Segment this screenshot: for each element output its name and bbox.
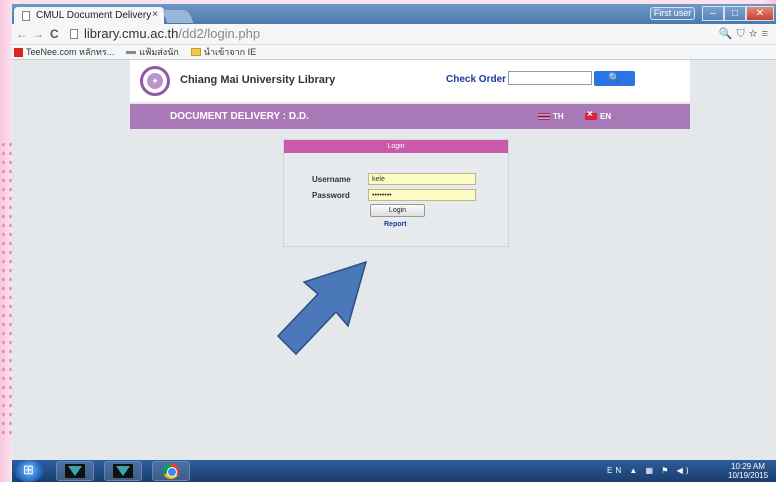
- login-panel: Login Username kele Password •••••••• Lo…: [283, 139, 509, 247]
- bookmark-item[interactable]: แฟ้มส่งนัก: [126, 45, 179, 59]
- window-controls: – □ ✕: [702, 6, 774, 21]
- tab-close-icon[interactable]: ×: [152, 9, 158, 20]
- clock-time: 10:29 AM: [731, 462, 765, 471]
- forward-icon[interactable]: →: [32, 27, 44, 41]
- banner-bar: DOCUMENT DELIVERY : D.D. TH EN: [130, 104, 690, 129]
- address-toolbar: ← → C library.cmu.ac.th/dd2/login.php 🔍⛉…: [12, 24, 776, 45]
- taskbar-chrome[interactable]: [152, 461, 190, 481]
- taskbar: EN ▲ ▦ ⚑ ◀) 10:29 AM 10/19/2015: [12, 460, 776, 482]
- language-th[interactable]: TH: [538, 112, 564, 121]
- site-favicon-icon: [14, 47, 23, 57]
- browser-tab[interactable]: CMUL Document Delivery ×: [14, 7, 164, 24]
- password-label: Password: [312, 191, 350, 200]
- thai-flag-icon: [538, 113, 550, 120]
- login-header: Login: [284, 140, 508, 153]
- app-icon: [113, 464, 133, 478]
- page-icon: [22, 11, 30, 21]
- menu-icon[interactable]: ≡: [762, 28, 772, 40]
- folder-icon: [190, 48, 201, 56]
- bookmark-star-icon[interactable]: ☆: [749, 28, 762, 40]
- login-button[interactable]: Login: [370, 204, 425, 217]
- clock[interactable]: 10:29 AM 10/19/2015: [728, 462, 768, 480]
- app-icon: [65, 464, 85, 478]
- taskbar-app[interactable]: [104, 461, 142, 481]
- bookmark-folder[interactable]: นำเข้าจาก IE: [190, 45, 256, 59]
- back-icon[interactable]: ←: [16, 27, 28, 41]
- page-content: ✦ Chiang Mai University Library Check Or…: [12, 60, 776, 460]
- username-label: Username: [312, 175, 351, 184]
- bookmarks-bar: TeeNee.com หลักทร... แฟ้มส่งนัก นำเข้าจา…: [12, 45, 776, 60]
- maximize-icon[interactable]: □: [724, 6, 746, 21]
- address-bar[interactable]: library.cmu.ac.th/dd2/login.php: [84, 26, 260, 41]
- banner-title: DOCUMENT DELIVERY : D.D.: [170, 111, 309, 122]
- page-icon: [70, 29, 78, 39]
- zoom-icon[interactable]: 🔍: [719, 28, 737, 40]
- pointer-arrow-icon: [276, 260, 368, 356]
- new-tab-button[interactable]: [162, 10, 194, 23]
- address-path: /dd2/login.php: [178, 26, 261, 41]
- clock-date: 10/19/2015: [728, 471, 769, 480]
- filter-icon[interactable]: ⛉: [737, 28, 749, 40]
- language-en[interactable]: EN: [585, 109, 611, 121]
- search-button[interactable]: 🔍: [594, 71, 635, 86]
- report-link[interactable]: Report: [384, 221, 407, 228]
- password-field[interactable]: ••••••••: [368, 189, 476, 201]
- chrome-icon: [163, 463, 179, 479]
- uk-flag-icon: [585, 109, 597, 120]
- bookmark-icon: [126, 50, 137, 54]
- tab-title: CMUL Document Delivery: [36, 10, 152, 21]
- taskbar-app[interactable]: [56, 461, 94, 481]
- site-header: ✦ Chiang Mai University Library Check Or…: [130, 60, 690, 102]
- bookmark-item[interactable]: TeeNee.com หลักทร...: [14, 45, 114, 59]
- language-indicator[interactable]: EN: [607, 466, 624, 475]
- title-bar: CMUL Document Delivery × First user – □ …: [12, 4, 776, 24]
- username-field[interactable]: kele: [368, 173, 476, 185]
- check-order-input[interactable]: [508, 71, 592, 85]
- reload-icon[interactable]: C: [50, 27, 59, 41]
- university-logo: ✦: [140, 66, 170, 96]
- start-button[interactable]: [14, 460, 44, 482]
- browser-window: CMUL Document Delivery × First user – □ …: [12, 4, 776, 482]
- address-host: library.cmu.ac.th: [84, 26, 179, 41]
- minimize-icon[interactable]: –: [702, 6, 724, 21]
- system-tray: EN ▲ ▦ ⚑ ◀): [607, 466, 692, 475]
- close-icon[interactable]: ✕: [746, 6, 774, 21]
- toolbar-icons: 🔍⛉☆≡: [719, 27, 772, 41]
- profile-button[interactable]: First user: [650, 7, 695, 20]
- site-title: Chiang Mai University Library: [180, 74, 336, 86]
- search-icon: 🔍: [608, 73, 621, 84]
- check-order-label: Check Order: [446, 74, 507, 85]
